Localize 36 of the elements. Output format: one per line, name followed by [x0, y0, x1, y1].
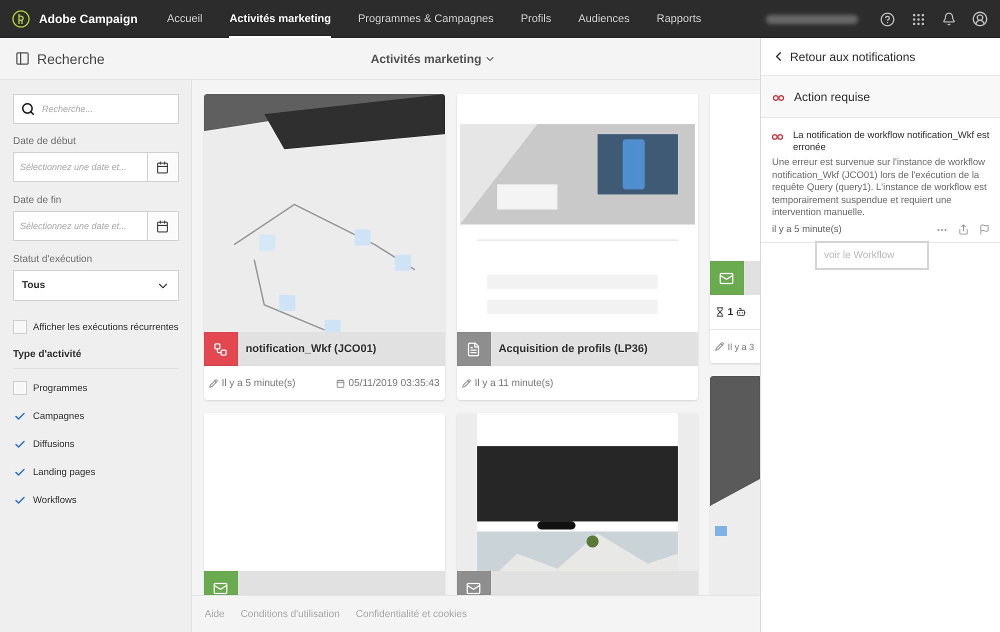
date-field[interactable]: Sélectionnez une date et... — [13, 152, 148, 182]
status-dropdown[interactable]: Tous — [13, 270, 179, 301]
section-title: Type d'activité — [13, 341, 179, 369]
nav-tab[interactable]: Profils — [520, 0, 552, 38]
nav-tab[interactable]: Rapports — [656, 0, 702, 38]
field-label: Date de début — [13, 136, 77, 147]
view-selector[interactable]: Activités marketing — [364, 50, 502, 66]
modified-time: Il y a 3 — [728, 342, 754, 352]
date-text: 05/11/2019 03:35:43 — [348, 378, 440, 388]
panel-title: Recherche — [37, 50, 105, 66]
checkbox-label: Campagnes — [33, 410, 84, 422]
field-label: Statut d'exécution — [13, 254, 94, 265]
field-label: Date de fin — [13, 195, 62, 206]
notification-time: il y a 5 minute(s) — [772, 224, 842, 235]
activity-card[interactable]: Acquisition de profils (LP36) Il y a 11 minute(s) — [456, 94, 698, 400]
card-title: notification_Wkf (JCO01) — [246, 343, 376, 355]
nav-tab[interactable]: Programmes & Campagnes — [358, 0, 494, 38]
date-field[interactable]: Sélectionnez une date et... — [13, 211, 148, 241]
activity-card[interactable]: 1 Il y a 3 — [710, 94, 762, 363]
checkbox-label: Afficher les exécutions récurrentes — [33, 322, 179, 332]
checkbox-label: Workflows — [33, 494, 77, 506]
activity-card[interactable]: notification_Wkf (JCO01) Il y a 5 minute(s) 05/11/2019 03:35:43 — [204, 94, 445, 400]
card-title: Acquisition de profils (LP36) — [498, 343, 648, 355]
nav-tab[interactable]: Accueil — [167, 0, 202, 38]
modified-time: Il y a 5 minute(s) — [222, 378, 296, 388]
checkbox-label: Landing pages — [33, 466, 96, 478]
app-name: Adobe Campaign — [39, 12, 138, 26]
modified-time: Il y a 11 minute(s) — [474, 378, 554, 388]
count-text: 1 — [728, 306, 734, 318]
notification-message: Une erreur est survenue sur l'instance de workflow notification_Wkf (JCO01) lors de l'exécution de la requête Query (query1). L'instance de workflow est temporairement suspendue et requiert une intervention manuelle. — [772, 157, 988, 220]
search-field[interactable]: Recherche... — [13, 94, 179, 124]
nav-tab[interactable]: Audiences — [578, 0, 630, 38]
checkbox-label: Diffusions — [33, 438, 75, 450]
checkbox-label: Programmes — [33, 382, 88, 394]
notification-title: La notification de workflow notification_Wkf est erronée — [793, 130, 990, 154]
section-title: Action requise — [794, 90, 870, 104]
